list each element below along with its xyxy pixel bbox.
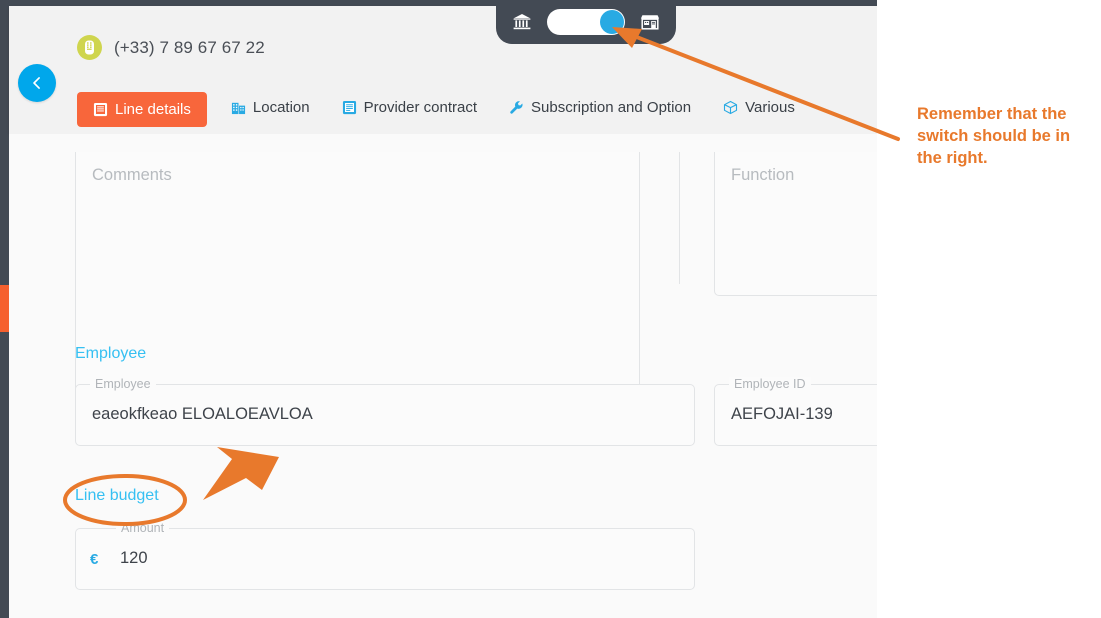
building-icon [231, 100, 246, 115]
wrench-icon [509, 100, 524, 115]
tab-label: Location [252, 99, 310, 116]
header-card: (+33) 7 89 67 67 22 Line details Locatio… [9, 6, 877, 134]
comments-placeholder: Comments [92, 166, 172, 184]
tab-label: Subscription and Option [531, 99, 692, 116]
chevron-left-icon [33, 77, 40, 89]
tab-subscription-and-option[interactable]: Subscription and Option [499, 92, 701, 123]
employee-field[interactable]: Employee eaeokfkeao ELOALOEAVLOA [75, 377, 695, 446]
employee-id-field-label: Employee ID [729, 377, 811, 391]
cube-icon [723, 100, 738, 115]
tab-location[interactable]: Location [221, 92, 320, 123]
employee-field-value: eaeokfkeao ELOALOEAVLOA [92, 405, 313, 423]
left-nav-rail[interactable] [0, 0, 9, 618]
screenshot-root: (+33) 7 89 67 67 22 Line details Locatio… [0, 0, 1101, 618]
tab-label: Line details [115, 101, 191, 118]
document-icon [93, 102, 108, 117]
tab-line-details[interactable]: Line details [77, 92, 207, 127]
function-field[interactable]: Function [714, 152, 877, 296]
employee-id-field-value: AEFOJAI-139 [731, 405, 833, 423]
form-content-area: Comments Function Employee Employee eaeo… [9, 134, 877, 618]
toggle-knob[interactable] [600, 10, 624, 34]
tab-provider-contract[interactable]: Provider contract [332, 92, 487, 123]
back-button[interactable] [18, 64, 56, 102]
tab-label: Provider contract [363, 99, 477, 116]
tab-various[interactable]: Various [713, 92, 805, 123]
amount-field-label: Amount [116, 521, 170, 535]
function-placeholder: Function [731, 166, 795, 184]
bank-icon [511, 12, 533, 32]
employee-section-title: Employee [75, 345, 147, 362]
euro-currency-icon: € [90, 551, 99, 568]
amount-field[interactable]: Amount € 120 [75, 521, 695, 590]
tab-bar: Line details Location Provider contract … [77, 92, 817, 127]
left-rail-active-indicator [0, 285, 9, 332]
phone-number-block: (+33) 7 89 67 67 22 [77, 35, 265, 60]
phone-number-text: (+33) 7 89 67 67 22 [114, 37, 265, 57]
context-switch-pod [496, 0, 676, 44]
document-icon [342, 100, 357, 115]
employee-field-label: Employee [90, 377, 156, 391]
amount-field-value: 120 [120, 549, 148, 567]
application-window: (+33) 7 89 67 67 22 Line details Locatio… [0, 0, 877, 618]
line-budget-section-title: Line budget [75, 487, 159, 504]
store-icon [639, 12, 661, 32]
employee-id-field[interactable]: Employee ID AEFOJAI-139 [714, 377, 877, 446]
annotation-note-text: Remember that the switch should be in th… [917, 105, 1071, 167]
column-divider [679, 152, 680, 284]
phone-booth-icon [77, 35, 102, 60]
tab-label: Various [745, 99, 795, 116]
bank-store-toggle-switch[interactable] [547, 9, 625, 35]
